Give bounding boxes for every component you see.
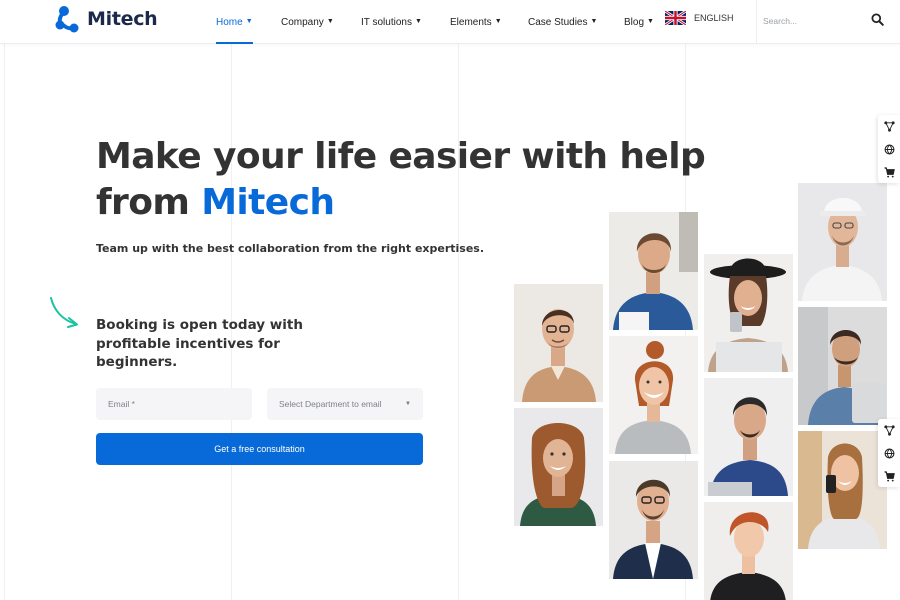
team-photo [798,183,887,301]
nav-blog-label: Blog [624,16,645,28]
nav-company-label: Company [281,16,324,28]
search-input[interactable] [763,12,863,30]
team-photo [609,212,698,330]
email-field[interactable] [96,388,252,420]
chevron-down-icon: ▼ [245,17,253,25]
logo[interactable]: Mitech [53,4,158,34]
team-photo [704,378,793,496]
team-photo [514,284,603,402]
chevron-down-icon: ▼ [590,17,598,25]
nav-it-solutions-label: IT solutions [361,16,412,28]
logo-text: Mitech [87,8,158,30]
nav-company[interactable]: Company ▼ [281,0,334,44]
booking-text: Booking is open today with profitable in… [96,317,303,370]
free-consultation-button[interactable]: Get a free consultation [96,433,423,465]
team-photo [798,431,887,549]
main-nav: Home ▼ Company ▼ IT solutions ▼ Elements ▼ C… [216,0,654,44]
page: Mitech Home ▼ Company ▼ IT solutions ▼ Elem… [0,0,900,600]
team-photo [798,307,887,425]
chevron-down-icon: ▼ [414,17,422,25]
nav-case-studies[interactable]: Case Studies ▼ [528,0,598,44]
nav-it-solutions[interactable]: IT solutions ▼ [361,0,422,44]
cart-icon[interactable] [882,165,896,179]
hero-title-accent: Mitech [201,182,335,223]
cart-icon[interactable] [882,469,896,483]
hero-title-prefix: from [96,182,202,223]
team-photo [514,408,603,526]
language-label: ENGLISH [694,13,734,23]
site-header: Mitech Home ▼ Company ▼ IT solutions ▼ Elem… [0,0,900,44]
free-consultation-label: Get a free consultation [214,444,305,454]
team-photo [609,336,698,454]
team-photo [704,502,793,600]
share-icon[interactable] [882,119,896,133]
side-toolbar [878,419,900,487]
guide-line [4,44,5,600]
molecule-logo-icon [55,6,79,33]
hero-subtitle: Team up with the best collaboration from… [96,242,485,255]
caret-down-icon: ▼ [405,401,411,407]
department-select-label: Select Department to email [279,399,382,409]
nav-case-studies-label: Case Studies [528,16,588,28]
share-icon[interactable] [882,423,896,437]
department-select[interactable]: Select Department to email ▼ [267,388,423,420]
curved-arrow-icon [50,297,78,328]
chevron-down-icon: ▼ [326,17,334,25]
nav-home-label: Home [216,16,243,28]
nav-elements[interactable]: Elements ▼ [450,0,502,44]
chevron-down-icon: ▼ [647,17,654,25]
search-icon[interactable] [871,13,884,26]
team-photo [609,461,698,579]
chevron-down-icon: ▼ [494,17,502,25]
language-selector[interactable]: ENGLISH [665,11,734,25]
nav-blog[interactable]: Blog ▼ [624,0,654,44]
email-field-wrapper [96,388,252,420]
nav-home[interactable]: Home ▼ [216,0,253,44]
team-photo [704,254,793,372]
guide-line [458,44,459,600]
globe-icon[interactable] [882,446,896,460]
nav-elements-label: Elements [450,16,492,28]
uk-flag-icon [665,11,686,25]
hero-title-line1: Make your life easier with help [96,136,706,177]
search-box [756,0,900,44]
globe-icon[interactable] [882,142,896,156]
side-toolbar [878,115,900,183]
